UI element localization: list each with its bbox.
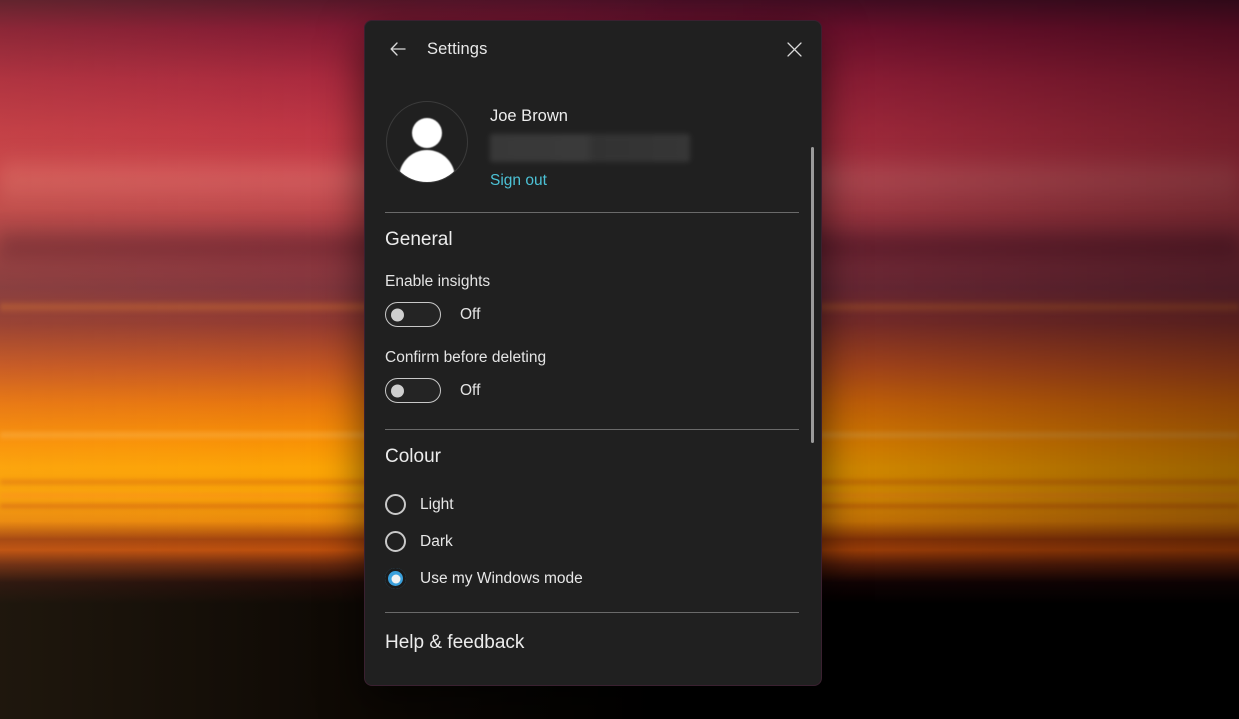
radio-row-dark[interactable]: Dark [385, 531, 799, 552]
desktop-wallpaper: Settings Joe Brown Sign out [0, 0, 1239, 719]
person-avatar-icon-head [412, 118, 442, 148]
radio-label-dark: Dark [420, 533, 453, 551]
toggle-enable-insights[interactable] [385, 302, 441, 327]
radio-label-use-my-windows-mode: Use my Windows mode [420, 570, 583, 588]
window-title: Settings [427, 40, 487, 59]
sign-out-link[interactable]: Sign out [490, 172, 547, 190]
avatar[interactable] [386, 101, 468, 183]
close-icon [786, 41, 803, 58]
divider-general [385, 429, 799, 430]
section-heading-colour: Colour [385, 446, 799, 468]
scrollbar-thumb[interactable] [811, 147, 814, 443]
close-button[interactable] [773, 32, 815, 66]
toggle-knob [391, 384, 404, 397]
window-titlebar: Settings [365, 21, 821, 77]
toggle-confirm-before-deleting[interactable] [385, 378, 441, 403]
setting-row-enable-insights: Off [385, 302, 799, 327]
section-heading-general: General [385, 229, 799, 251]
back-arrow-icon [388, 39, 408, 59]
account-info: Joe Brown Sign out [490, 101, 799, 190]
radio-label-light: Light [420, 496, 454, 514]
toggle-knob [391, 308, 404, 321]
radio-row-light[interactable]: Light [385, 494, 799, 515]
divider-account [385, 212, 799, 213]
radio-light[interactable] [385, 494, 406, 515]
setting-label-enable-insights: Enable insights [385, 273, 799, 291]
setting-label-confirm-before-deleting: Confirm before deleting [385, 349, 799, 367]
person-avatar-icon-body [399, 150, 455, 183]
account-name: Joe Brown [490, 107, 799, 125]
setting-row-confirm-before-deleting: Off [385, 378, 799, 403]
settings-window: Settings Joe Brown Sign out [364, 20, 822, 686]
toggle-state-enable-insights: Off [460, 306, 480, 324]
radio-dark[interactable] [385, 531, 406, 552]
account-email-redacted [490, 134, 690, 162]
radio-row-use-my-windows-mode[interactable]: Use my Windows mode [385, 568, 799, 589]
divider-colour [385, 612, 799, 613]
settings-scroll-area: Joe Brown Sign out General Enable insigh… [365, 77, 821, 686]
toggle-state-confirm-before-deleting: Off [460, 382, 480, 400]
back-button[interactable] [379, 32, 417, 66]
radio-use-my-windows-mode[interactable] [385, 568, 406, 589]
section-heading-help-feedback[interactable]: Help & feedback [385, 632, 799, 654]
account-section: Joe Brown Sign out [385, 77, 799, 190]
